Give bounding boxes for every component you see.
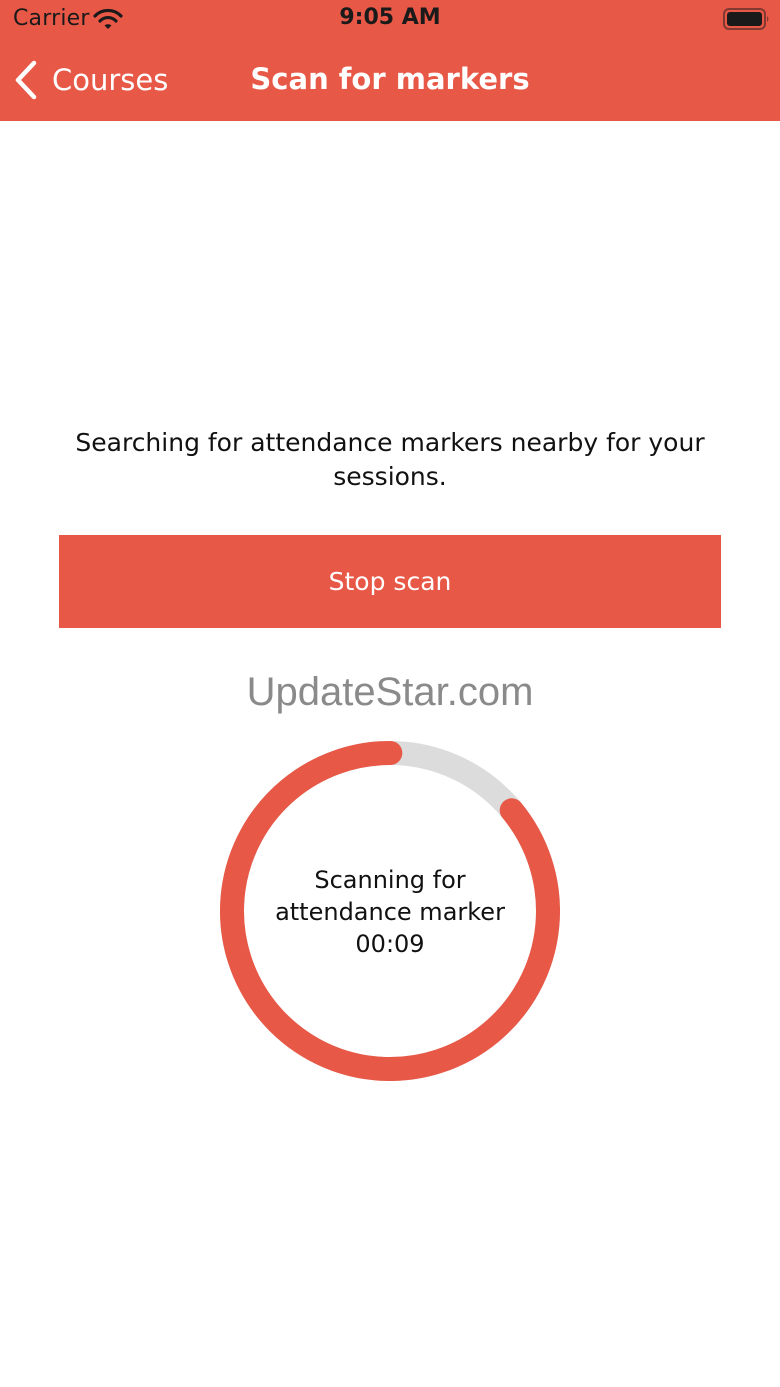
battery-icon xyxy=(723,8,769,30)
scan-status-label: Scanning for attendance marker 00:09 xyxy=(250,864,530,960)
scan-label-line2: attendance marker xyxy=(275,898,505,926)
scan-timer: 00:09 xyxy=(355,930,425,958)
stop-scan-button[interactable]: Stop scan xyxy=(59,535,721,628)
watermark: UpdateStar.com xyxy=(246,670,534,714)
search-message: Searching for attendance markers nearby … xyxy=(75,428,705,491)
scan-label-line1: Scanning for xyxy=(314,866,466,894)
status-time: 9:05 AM xyxy=(339,5,441,30)
nav-header: Carrier 9:05 AM Courses Scan for markers xyxy=(0,0,780,121)
page-title: Scan for markers xyxy=(250,62,530,96)
